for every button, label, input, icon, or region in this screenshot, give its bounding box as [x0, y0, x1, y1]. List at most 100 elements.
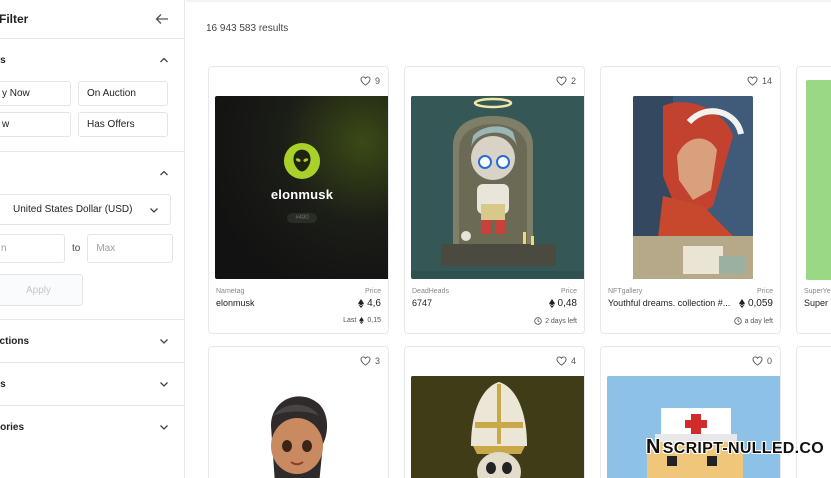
- painting-art: [633, 96, 753, 279]
- like-counter[interactable]: 0: [752, 356, 772, 366]
- clock-icon: [733, 317, 742, 325]
- card-meta: DeadHeads Price: [412, 288, 577, 295]
- nft-name: Super Y: [804, 298, 831, 308]
- doll-art: [271, 396, 328, 478]
- chains-section-label: ns: [0, 378, 6, 390]
- status-on-auction-button[interactable]: On Auction: [78, 81, 168, 106]
- top-divider: [186, 0, 831, 2]
- categories-section[interactable]: gories: [0, 406, 184, 448]
- nft-image[interactable]: [633, 96, 753, 279]
- status-has-offers-button[interactable]: Has Offers: [78, 112, 168, 137]
- eth-icon: [358, 299, 365, 308]
- deadhead-art: [411, 96, 584, 271]
- chevron-down-icon: [160, 382, 168, 387]
- price-section-header[interactable]: e: [0, 152, 184, 194]
- like-counter[interactable]: 4: [556, 356, 576, 366]
- card-info: 6747 0,48: [412, 298, 577, 309]
- min-price-input[interactable]: n: [0, 234, 65, 263]
- like-count: 3: [374, 356, 380, 366]
- time-left: a day left: [744, 317, 773, 325]
- heart-icon: [556, 76, 567, 86]
- price-label: Price: [757, 288, 773, 295]
- collection-name: SuperYe: [804, 288, 831, 295]
- card-meta: NFTgallery Price: [608, 288, 773, 295]
- nft-image[interactable]: [215, 376, 388, 478]
- watermark-text: SCRIPT-NULLED.CO: [662, 440, 824, 457]
- price-value: 4,6: [358, 298, 381, 309]
- nft-card[interactable]: 2 DeadHeads Price 6747 0,48 2 days left: [404, 66, 585, 334]
- art-subtitle: #490: [287, 213, 317, 223]
- card-footer: 2 days left: [534, 317, 577, 325]
- heart-icon: [556, 356, 567, 366]
- nft-card[interactable]: 14 NFTgallery Price Youthful dreams. col…: [600, 66, 781, 334]
- status-options: y Now On Auction w Has Offers: [0, 81, 184, 151]
- nft-card[interactable]: 4: [404, 346, 585, 478]
- watermark-logo: N SCRIPT-NULLED.CO: [646, 436, 824, 458]
- currency-select[interactable]: United States Dollar (USD): [0, 194, 171, 225]
- currency-value: United States Dollar (USD): [13, 204, 133, 215]
- heart-icon: [752, 356, 763, 366]
- to-label: to: [72, 243, 81, 254]
- price-amount: 0,059: [747, 298, 773, 309]
- last-label: Last: [343, 317, 357, 324]
- like-counter[interactable]: 9: [360, 76, 380, 86]
- collections-section[interactable]: ections: [0, 320, 184, 363]
- nft-image[interactable]: elonmusk #490: [215, 96, 388, 279]
- like-counter[interactable]: 3: [360, 356, 380, 366]
- like-count: 0: [766, 356, 772, 366]
- nft-name: elonmusk: [216, 298, 255, 308]
- status-section-label: us: [0, 54, 6, 66]
- collection-name: NFTgallery: [608, 288, 643, 295]
- skeleton-pope-art: [411, 376, 584, 478]
- collections-section-label: ections: [0, 335, 30, 347]
- nft-image[interactable]: [806, 80, 831, 280]
- like-counter[interactable]: 2: [556, 76, 576, 86]
- nft-image[interactable]: [411, 376, 584, 478]
- price-section: e United States Dollar (USD) n to Max Ap…: [0, 152, 184, 320]
- eth-icon: [359, 317, 365, 324]
- chevron-down-icon: [160, 425, 168, 430]
- nft-card[interactable]: SuperYe Super Y: [796, 66, 831, 334]
- nft-name: Youthful dreams. collection #...: [608, 298, 731, 308]
- chevron-down-icon: [160, 339, 168, 344]
- nft-image[interactable]: [411, 96, 584, 279]
- status-section-header[interactable]: us: [0, 39, 184, 81]
- price-amount: 0,48: [557, 298, 577, 309]
- chevron-down-icon: [150, 207, 158, 213]
- collection-name: DeadHeads: [412, 288, 449, 295]
- max-price-input[interactable]: Max: [87, 234, 174, 263]
- heart-icon: [360, 76, 371, 86]
- pixel-art: [607, 376, 780, 478]
- card-info: Youthful dreams. collection #... 0,059: [608, 298, 773, 309]
- status-new-button[interactable]: w: [0, 112, 71, 137]
- card-footer: a day left: [733, 317, 773, 325]
- card-info: elonmusk 4,6: [216, 298, 381, 309]
- like-count: 9: [374, 76, 380, 86]
- price-amount: 4,6: [367, 298, 381, 309]
- clock-icon: [534, 317, 542, 325]
- filter-sidebar: Filter us y Now On Auction w Has Offers …: [0, 0, 185, 478]
- status-section: us y Now On Auction w Has Offers: [0, 39, 184, 152]
- like-count: 14: [761, 76, 772, 86]
- filter-header: Filter: [0, 0, 184, 39]
- apply-button[interactable]: Apply: [0, 274, 83, 306]
- collection-name: Nametag: [216, 288, 245, 295]
- nft-card[interactable]: 9 elonmusk #490 Nametag Price elonmusk 4…: [208, 66, 389, 334]
- eth-icon: [548, 299, 555, 308]
- nft-card[interactable]: 3: [208, 346, 389, 478]
- like-counter[interactable]: 14: [747, 76, 772, 86]
- nft-image[interactable]: [607, 376, 780, 478]
- chains-section[interactable]: ns: [0, 363, 184, 406]
- arrow-left-icon[interactable]: [154, 11, 170, 27]
- price-value: 0,48: [548, 298, 577, 309]
- like-count: 4: [570, 356, 576, 366]
- chevron-up-icon: [160, 170, 168, 176]
- time-left: 2 days left: [545, 317, 577, 325]
- like-count: 2: [570, 76, 576, 86]
- heart-icon: [360, 356, 371, 366]
- status-buy-now-button[interactable]: y Now: [0, 81, 71, 106]
- categories-section-label: gories: [0, 421, 25, 433]
- eth-icon: [738, 299, 745, 308]
- results-count: 16 943 583 results: [206, 23, 289, 34]
- nft-name: 6747: [412, 298, 433, 308]
